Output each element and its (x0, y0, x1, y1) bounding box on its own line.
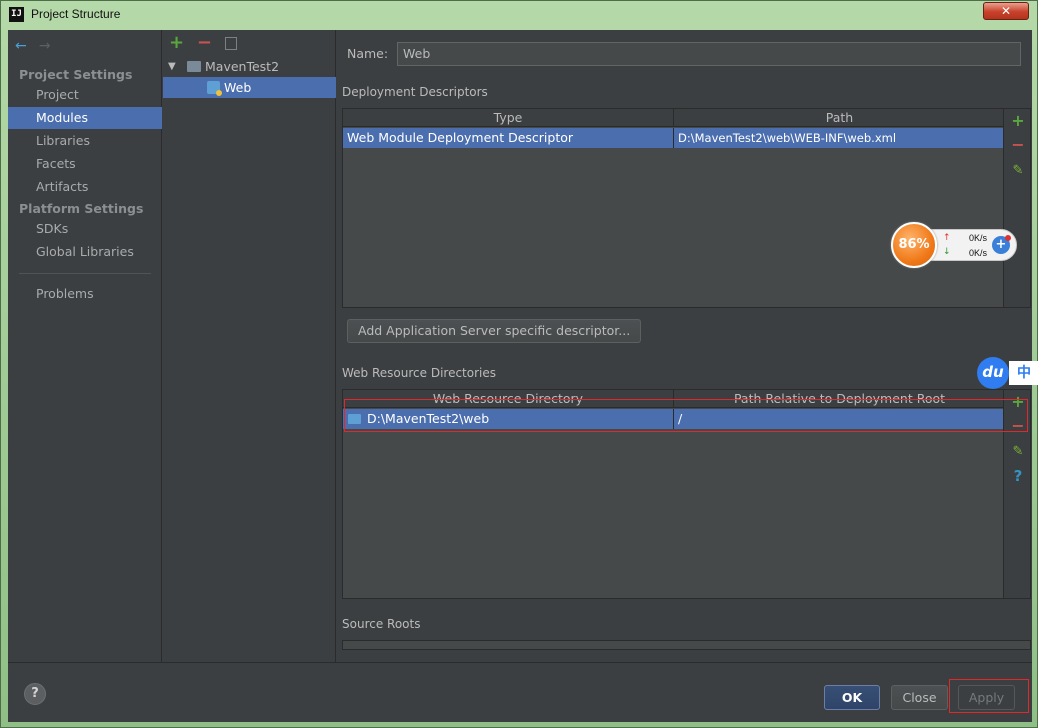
upload-arrow-icon: ↑ (943, 233, 951, 243)
dialog-button-bar: ? OK Close Apply (8, 662, 1032, 722)
forward-arrow-icon[interactable]: → (39, 38, 59, 54)
name-label: Name: (347, 46, 389, 61)
column-header-path[interactable]: Path (674, 109, 1005, 127)
web-resource-directories-label: Web Resource Directories (342, 366, 496, 380)
network-speed-widget[interactable]: 86% ↑ ↓ 0K/s 0K/s + (891, 222, 1017, 268)
title-bar: IJ Project Structure ✕ (1, 1, 1037, 29)
project-settings-heading: Project Settings (19, 67, 133, 82)
name-field[interactable]: Web (397, 42, 1021, 66)
nav-item-libraries[interactable]: Libraries (8, 130, 162, 152)
source-roots-table (342, 640, 1031, 650)
table-body: Type Path Web Module Deployment Descript… (343, 109, 1003, 307)
project-structure-window: IJ Project Structure ✕ ← → Project Setti… (0, 0, 1038, 728)
dialog-body: ← → Project Settings Project Modules Lib… (8, 30, 1032, 722)
column-header-type[interactable]: Type (343, 109, 674, 127)
table-header: Type Path (343, 109, 1003, 127)
platform-settings-heading: Platform Settings (19, 201, 144, 216)
tree-node-web[interactable]: Web (163, 77, 336, 98)
add-server-descriptor-button[interactable]: Add Application Server specific descript… (347, 319, 642, 343)
edit-pencil-icon[interactable]: ✎ (1010, 163, 1026, 179)
descriptor-path-cell: D:\MavenTest2\web\WEB-INF\web.xml (678, 131, 897, 145)
tree-node-maventest2[interactable]: ▼ MavenTest2 (163, 56, 336, 77)
nav-item-problems[interactable]: Problems (8, 283, 162, 305)
tree-node-label: Web (224, 80, 252, 95)
back-arrow-icon[interactable]: ← (15, 38, 35, 54)
remove-icon[interactable]: − (1010, 137, 1026, 153)
nav-item-facets[interactable]: Facets (8, 153, 162, 175)
copy-icon[interactable] (224, 37, 237, 50)
add-icon[interactable]: + (1010, 113, 1026, 129)
close-button[interactable]: Close (891, 685, 948, 710)
settings-nav: ← → Project Settings Project Modules Lib… (8, 30, 162, 662)
tree-node-label: MavenTest2 (205, 59, 280, 74)
descriptor-type-cell: Web Module Deployment Descriptor (343, 128, 674, 148)
module-tree: + − ▼ MavenTest2 Web (163, 30, 336, 662)
highlight-box-web-resource-row (344, 399, 1028, 432)
deployment-descriptors-table: Type Path Web Module Deployment Descript… (342, 108, 1031, 308)
web-facet-icon (207, 81, 222, 96)
download-speed: 0K/s (969, 248, 988, 258)
nav-history: ← → (15, 38, 59, 54)
memory-percent-badge[interactable]: 86% (891, 222, 937, 268)
table-row[interactable]: Web Module Deployment Descriptor D:\Mave… (343, 128, 1003, 148)
window-close-button[interactable]: ✕ (983, 2, 1029, 20)
nav-divider (19, 273, 151, 274)
nav-item-sdks[interactable]: SDKs (8, 218, 162, 240)
nav-item-modules[interactable]: Modules (8, 107, 162, 129)
help-question-icon[interactable]: ? (1010, 468, 1026, 484)
descriptor-side-toolbar: + − ✎ (1003, 109, 1030, 307)
nav-item-project[interactable]: Project (8, 84, 162, 106)
source-roots-label: Source Roots (342, 617, 421, 631)
remove-icon[interactable]: − (197, 34, 221, 52)
expand-triangle-icon[interactable]: ▼ (168, 56, 176, 77)
nav-item-artifacts[interactable]: Artifacts (8, 176, 162, 198)
edit-pencil-icon[interactable]: ✎ (1010, 444, 1026, 460)
window-title: Project Structure (31, 7, 121, 21)
intellij-app-icon: IJ (9, 7, 24, 22)
notification-dot (1005, 235, 1011, 241)
baidu-du-logo-icon[interactable]: du (977, 357, 1009, 389)
facet-settings-panel: Name: Web Deployment Descriptors Type Pa… (337, 30, 1032, 662)
add-icon[interactable]: + (169, 34, 193, 52)
download-arrow-icon: ↓ (943, 247, 951, 257)
deployment-descriptors-label: Deployment Descriptors (342, 85, 488, 99)
upload-speed: 0K/s (969, 233, 988, 243)
baidu-input-widget[interactable]: du 中 (977, 357, 1038, 389)
nav-item-global-libraries[interactable]: Global Libraries (8, 241, 162, 263)
help-button[interactable]: ? (24, 683, 46, 705)
input-mode-indicator[interactable]: 中 (1009, 361, 1038, 385)
highlight-box-apply (949, 679, 1029, 713)
ok-button[interactable]: OK (824, 685, 880, 710)
tree-toolbar: + − (169, 34, 237, 52)
module-folder-icon (187, 61, 201, 72)
